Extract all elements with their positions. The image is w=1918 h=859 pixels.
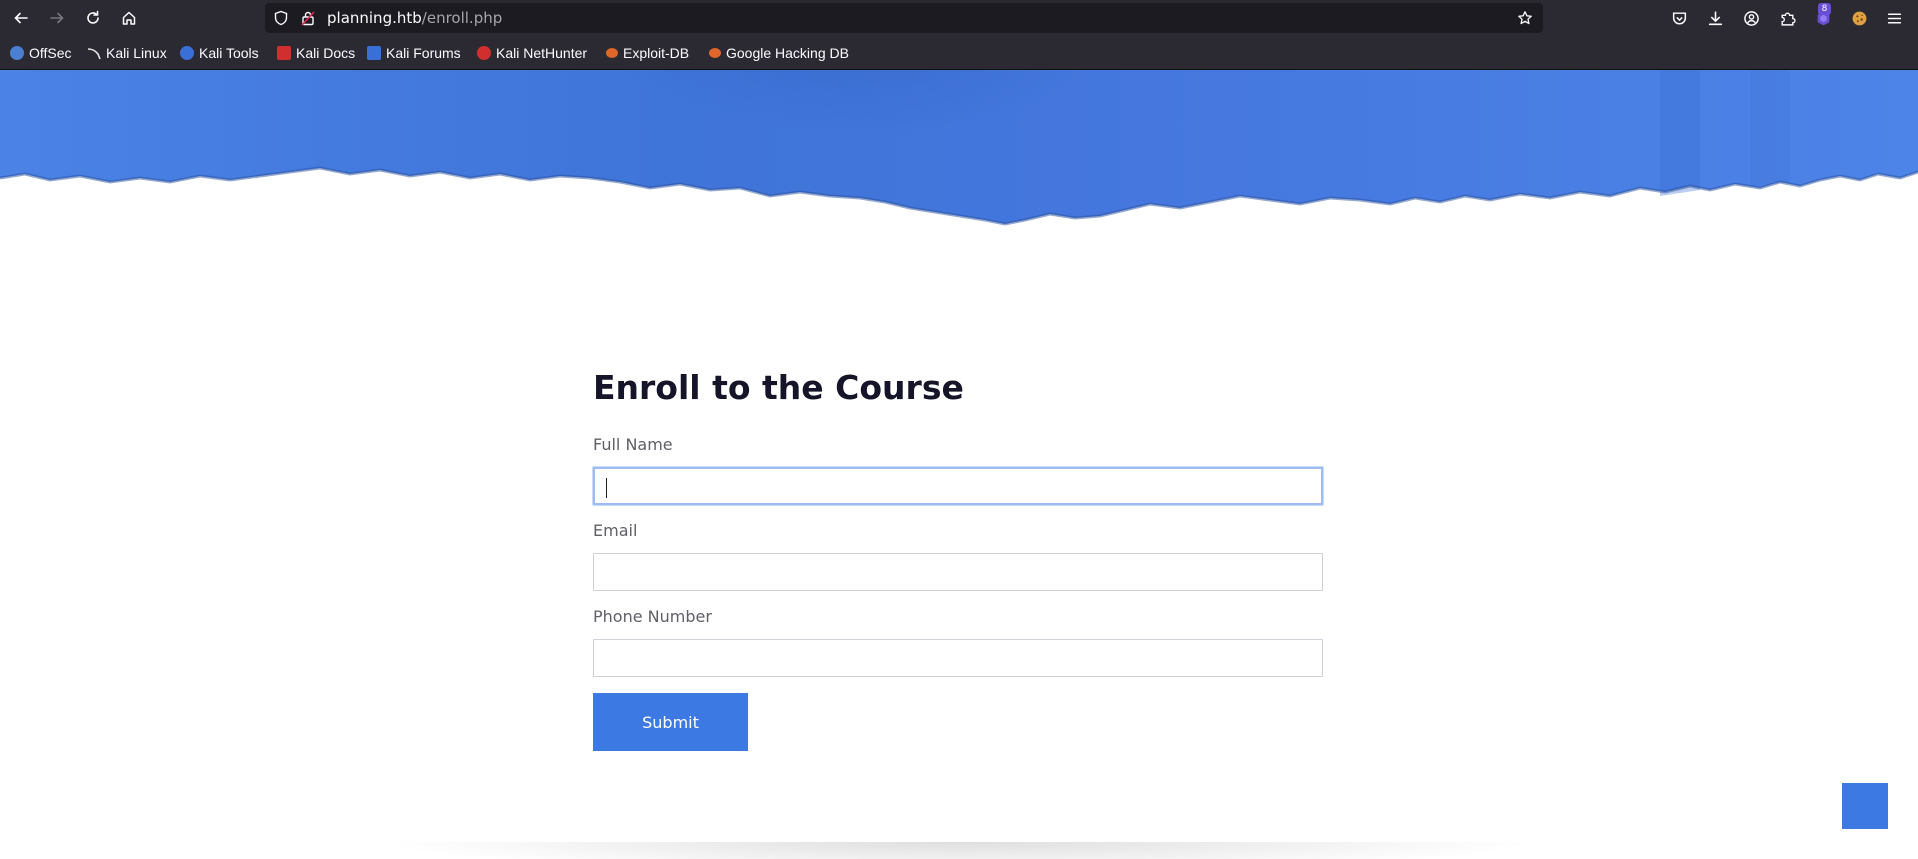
cookie-extension-button[interactable] <box>1849 8 1869 28</box>
text-caret <box>606 478 607 498</box>
bookmark-kali-linux[interactable]: Kali Linux <box>87 44 167 62</box>
shield-icon[interactable] <box>273 10 289 26</box>
download-icon <box>1708 10 1722 25</box>
account-icon <box>1743 10 1759 26</box>
bookmark-label: Kali Tools <box>199 45 259 61</box>
url-text[interactable]: planning.htb/enroll.php <box>327 9 502 27</box>
offsec-icon <box>10 46 24 60</box>
kali-dragon-icon <box>87 46 101 60</box>
page-title: Enroll to the Course <box>593 368 964 407</box>
exploit-db-icon <box>606 48 618 58</box>
extension-badge: 8 <box>1818 3 1831 15</box>
bookmark-kali-forums[interactable]: Kali Forums <box>367 44 461 62</box>
bookmark-label: Kali Linux <box>106 45 167 61</box>
bookmark-label: Kali Docs <box>296 45 356 61</box>
bookmark-star-icon[interactable] <box>1517 10 1533 26</box>
ghdb-icon <box>709 48 721 58</box>
hero-banner <box>0 70 1918 240</box>
bookmark-label: Kali Forums <box>386 45 461 61</box>
bookmark-kali-nethunter[interactable]: Kali NetHunter <box>477 44 587 62</box>
downloads-button[interactable] <box>1705 8 1725 28</box>
reload-button[interactable] <box>81 6 105 30</box>
bookmark-label: Google Hacking DB <box>726 45 849 61</box>
email-label: Email <box>593 521 638 540</box>
bookmark-label: OffSec <box>29 45 72 61</box>
footer-shadow <box>380 842 1540 859</box>
bookmark-exploit-db[interactable]: Exploit-DB <box>606 44 689 62</box>
full-name-input[interactable] <box>593 467 1323 505</box>
extensions-button[interactable] <box>1777 8 1797 28</box>
home-button[interactable] <box>117 6 141 30</box>
phone-number-label: Phone Number <box>593 607 712 626</box>
puzzle-icon <box>1780 12 1796 26</box>
kali-tools-icon <box>180 46 194 60</box>
pocket-icon <box>1672 11 1686 25</box>
menu-button[interactable] <box>1884 8 1904 28</box>
url-host: planning.htb <box>327 9 422 27</box>
cookie-icon <box>1852 11 1866 25</box>
insecure-lock-icon[interactable] <box>300 10 316 26</box>
kali-docs-icon <box>277 46 291 60</box>
phone-number-input[interactable] <box>593 639 1323 677</box>
browser-toolbar: planning.htb/enroll.php 8 <box>0 0 1918 36</box>
submit-button[interactable]: Submit <box>593 693 748 751</box>
bookmark-label: Kali NetHunter <box>496 45 588 61</box>
email-input[interactable] <box>593 553 1323 591</box>
pocket-button[interactable] <box>1669 8 1689 28</box>
account-button[interactable] <box>1741 8 1761 28</box>
back-button[interactable] <box>9 6 33 30</box>
kali-forums-icon <box>367 46 381 60</box>
bookmark-kali-docs[interactable]: Kali Docs <box>277 44 355 62</box>
reload-icon <box>87 10 99 24</box>
torn-paper-banner <box>0 70 1918 226</box>
page-content: Enroll to the Course Full Name Email Pho… <box>0 70 1918 859</box>
forward-button[interactable] <box>45 6 69 30</box>
bookmark-offsec[interactable]: OffSec <box>10 44 72 62</box>
bookmarks-toolbar: OffSec Kali Linux Kali Tools Kali Docs K… <box>0 36 1918 70</box>
home-icon <box>122 11 136 25</box>
kali-nethunter-icon <box>477 46 491 60</box>
url-path: /enroll.php <box>421 9 503 27</box>
hamburger-menu-icon <box>1887 12 1901 24</box>
full-name-label: Full Name <box>593 435 673 454</box>
bookmark-label: Exploit-DB <box>623 45 690 61</box>
arrow-right-icon <box>50 12 64 24</box>
arrow-left-icon <box>14 12 28 24</box>
back-to-top-button[interactable] <box>1842 783 1888 829</box>
bookmark-google-hacking-db[interactable]: Google Hacking DB <box>709 44 849 62</box>
url-bar[interactable]: planning.htb/enroll.php <box>265 3 1543 33</box>
bookmark-kali-tools[interactable]: Kali Tools <box>180 44 259 62</box>
